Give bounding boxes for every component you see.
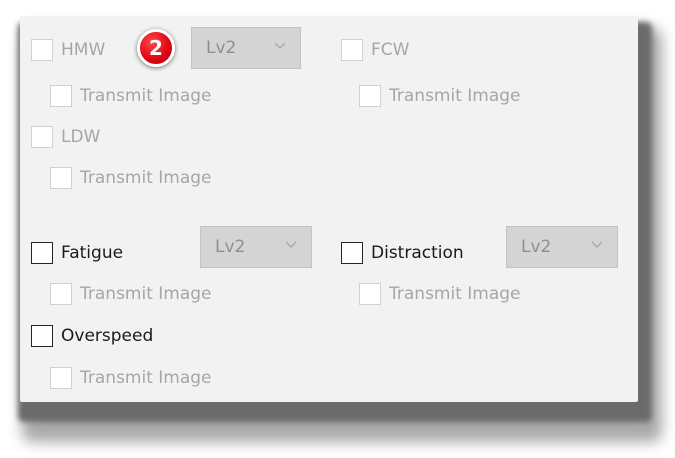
chevron-down-icon — [591, 241, 603, 248]
overspeed-option[interactable]: Overspeed — [31, 322, 153, 350]
fatigue-transmit-option[interactable]: Transmit Image — [50, 280, 212, 308]
distraction-label: Distraction — [371, 243, 464, 263]
hmw-transmit-checkbox[interactable] — [50, 85, 72, 107]
overspeed-checkbox[interactable] — [31, 325, 53, 347]
overspeed-transmit-checkbox[interactable] — [50, 367, 72, 389]
hmw-label: HMW — [61, 40, 106, 60]
distraction-option[interactable]: Distraction — [341, 239, 464, 267]
hmw-transmit-option[interactable]: Transmit Image — [50, 82, 212, 110]
step-number-badge: 2 — [137, 29, 175, 67]
fatigue-transmit-checkbox[interactable] — [50, 283, 72, 305]
fcw-checkbox[interactable] — [341, 39, 363, 61]
ldw-checkbox[interactable] — [31, 126, 53, 148]
overspeed-transmit-option[interactable]: Transmit Image — [50, 364, 212, 392]
distraction-level-select[interactable]: Lv2 — [506, 226, 618, 268]
distraction-transmit-label: Transmit Image — [389, 284, 521, 304]
chevron-down-icon — [274, 42, 286, 49]
fatigue-label: Fatigue — [61, 243, 124, 263]
fatigue-level-select[interactable]: Lv2 — [200, 226, 312, 268]
ldw-transmit-label: Transmit Image — [80, 168, 212, 188]
distraction-level-value: Lv2 — [521, 237, 552, 257]
distraction-transmit-checkbox[interactable] — [359, 283, 381, 305]
hmw-option[interactable]: HMW — [31, 36, 105, 64]
alarm-settings-panel: HMW Lv2 Transmit Image FCW Transmit Imag… — [20, 16, 638, 402]
fatigue-level-value: Lv2 — [215, 237, 246, 257]
fatigue-option[interactable]: Fatigue — [31, 239, 123, 267]
fatigue-transmit-label: Transmit Image — [80, 284, 212, 304]
distraction-transmit-option[interactable]: Transmit Image — [359, 280, 521, 308]
fcw-transmit-label: Transmit Image — [389, 86, 521, 106]
hmw-checkbox[interactable] — [31, 39, 53, 61]
fcw-option[interactable]: FCW — [341, 36, 409, 64]
ldw-transmit-checkbox[interactable] — [50, 167, 72, 189]
hmw-level-value: Lv2 — [206, 38, 237, 58]
chevron-down-icon — [285, 241, 297, 248]
overspeed-transmit-label: Transmit Image — [80, 368, 212, 388]
ldw-option[interactable]: LDW — [31, 123, 100, 151]
fcw-label: FCW — [371, 40, 410, 60]
fatigue-checkbox[interactable] — [31, 242, 53, 264]
hmw-transmit-label: Transmit Image — [80, 86, 212, 106]
overspeed-label: Overspeed — [61, 326, 154, 346]
distraction-checkbox[interactable] — [341, 242, 363, 264]
fcw-transmit-option[interactable]: Transmit Image — [359, 82, 521, 110]
hmw-level-select[interactable]: Lv2 — [191, 27, 301, 69]
ldw-label: LDW — [61, 127, 101, 147]
ldw-transmit-option[interactable]: Transmit Image — [50, 164, 212, 192]
fcw-transmit-checkbox[interactable] — [359, 85, 381, 107]
